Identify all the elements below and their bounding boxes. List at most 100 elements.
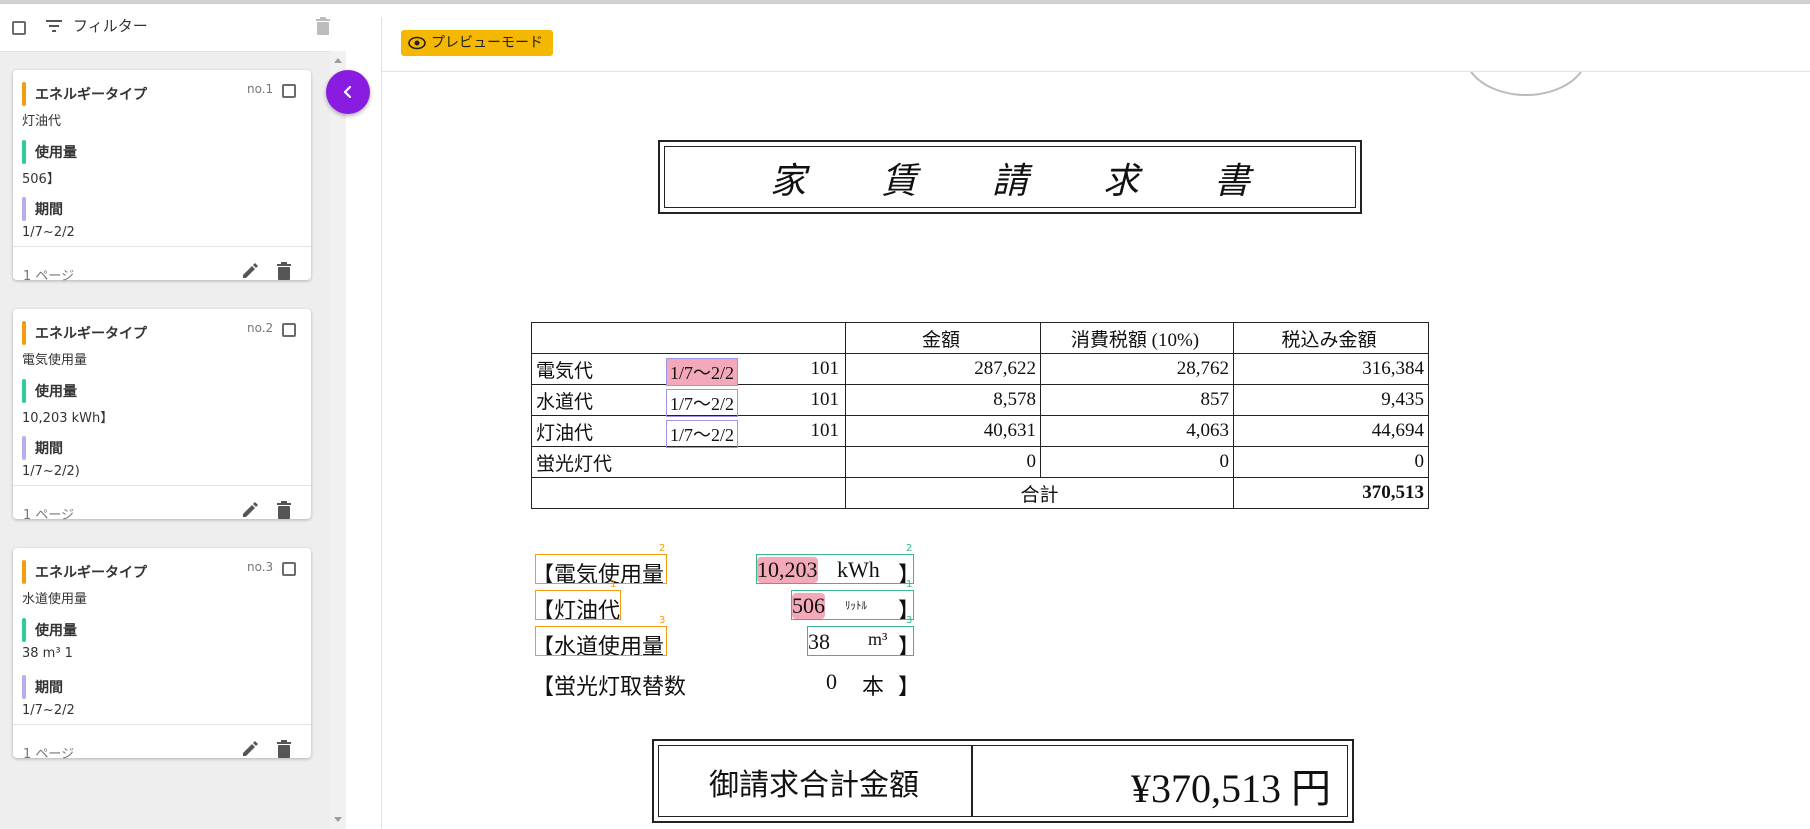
preview-mode-label: プレビューモード [431,35,543,51]
energy-type-annotation-box[interactable] [535,554,667,584]
field-label: 使用量 [35,384,77,400]
edit-icon[interactable] [241,262,259,280]
header-cell [531,322,846,354]
card-number: no.2 [247,321,274,335]
usage-color-bar [22,379,26,403]
filter-label[interactable]: フィルター [73,15,148,36]
field-value: 水道使用量 [22,592,88,607]
total-cell: 44,694 [1233,415,1429,447]
card-number: no.3 [247,560,274,574]
item-name: 灯油代 [536,423,594,444]
table-header-row: 金額 消費税額 (10%) 税込み金額 [531,322,1429,354]
field-value: 1/7~2/2) [22,464,80,479]
grand-total-box: 御請求合計金額 ¥370,513 円 [652,739,1354,823]
document-title-box: 家賃請求書 [658,140,1362,214]
filter-icon[interactable] [46,20,62,32]
annotation-card[interactable]: エネルギータイプ 水道使用量 no.3 使用量 38 m³ 1 期間 1/7~2… [13,548,311,762]
summary-unit: 本 [862,674,885,699]
annotation-number: 2 [659,543,666,554]
usage-annotation-box[interactable] [791,590,914,620]
annotation-card[interactable]: エネルギータイプ 電気使用量 no.2 使用量 10,203 kWh】 期間 1… [13,309,311,523]
energy-type-color-bar [22,560,26,584]
field-label: エネルギータイプ [35,565,147,581]
card-divider [13,485,311,486]
item-code: 101 [810,420,840,441]
annotation-number: 3 [659,615,666,626]
amount-cell: 40,631 [845,415,1041,447]
grand-total-divider [971,746,973,816]
field-value: 10,203 kWh】 [22,411,114,426]
field-value: 灯油代 [22,114,62,129]
grand-total-inner-border: 御請求合計金額 ¥370,513 円 [658,745,1348,817]
usage-annotation-box[interactable] [756,554,914,584]
preview-mode-badge[interactable]: プレビューモード [401,30,553,56]
card-checkbox[interactable] [282,84,296,98]
delete-icon[interactable] [277,501,291,519]
select-all-checkbox[interactable] [12,21,26,35]
annotation-list-panel: フィルター エネルギータイプ 灯油代 no.1 使用量 506】 期間 1/7~… [0,4,346,829]
card-number: no.1 [247,82,274,96]
period-annotation-box[interactable]: 1/7〜2/2 [666,420,739,448]
edit-icon[interactable] [241,501,259,519]
field-label: エネルギータイプ [35,326,147,342]
chevron-left-icon [343,85,352,99]
summary-row: 【電気使用量 2 10,203 kWh 】 2 [532,543,952,587]
field-value: 1/7~2/2 [22,225,75,240]
amount-cell: 8,578 [845,384,1041,416]
usage-color-bar [22,140,26,164]
summary-row: 【蛍光灯取替数 0 本 】 [532,669,952,699]
usage-annotation-box[interactable] [807,626,914,656]
annotation-number: 2 [906,543,913,554]
edit-icon[interactable] [241,740,259,758]
annotation-card[interactable]: エネルギータイプ 灯油代 no.1 使用量 506】 期間 1/7~2/2 1 … [13,70,311,284]
delete-icon[interactable] [277,262,291,280]
period-color-bar [22,197,26,221]
header-cell: 金額 [845,322,1041,354]
energy-type-annotation-box[interactable] [535,590,621,620]
list-scrollbar[interactable] [330,51,346,829]
card-checkbox[interactable] [282,323,296,337]
total-cell: 316,384 [1233,353,1429,385]
period-annotation-box[interactable]: 1/7〜2/2 [666,358,739,386]
card-checkbox[interactable] [282,562,296,576]
table-row: 蛍光灯代 0 0 0 [531,446,1429,478]
field-value: 506】 [22,172,60,187]
usage-color-bar [22,618,26,642]
item-cell: 灯油代 1/7〜2/2 101 [531,415,846,448]
tax-cell: 28,762 [1040,353,1234,385]
total-cell: 0 [1233,446,1429,478]
header-cell: 消費税額 (10%) [1040,322,1234,354]
total-cell: 9,435 [1233,384,1429,416]
stamp-mark [1464,72,1588,96]
viewer-header [382,17,1810,72]
item-name: 電気代 [536,361,594,382]
period-annotation-box[interactable]: 1/7〜2/2 [666,389,739,417]
annotation-number: 1 [906,579,913,590]
filter-bar: フィルター [0,4,346,52]
period-color-bar [22,675,26,699]
collapse-panel-button[interactable] [326,70,370,114]
card-divider [13,246,311,247]
tax-cell: 857 [1040,384,1234,416]
card-page-count: 1 ページ [23,508,75,523]
field-label: エネルギータイプ [35,87,147,103]
field-value: 電気使用量 [22,353,88,368]
amount-cell: 287,622 [845,353,1041,385]
energy-type-color-bar [22,82,26,106]
item-code: 101 [810,389,840,410]
scroll-down-arrow-icon[interactable] [334,817,342,822]
card-page-count: 1 ページ [23,747,75,762]
field-label: 期間 [35,202,63,218]
total-value: 370,513 [1233,477,1429,509]
delete-all-icon[interactable] [316,17,330,35]
summary-row: 【水道使用量 3 38 m³ 】 3 [532,615,952,659]
table-row: 電気代 1/7〜2/2 101 287,622 28,762 316,384 [531,353,1429,386]
header-cell: 税込み金額 [1233,322,1429,354]
energy-type-annotation-box[interactable] [535,626,667,656]
delete-icon[interactable] [277,740,291,758]
summary-row: 【灯油代 1 506 ﾘｯﾄﾙ 】 1 [532,579,952,623]
scroll-up-arrow-icon[interactable] [334,58,342,63]
item-cell: 蛍光灯代 [531,446,846,478]
annotation-number: 3 [906,615,913,626]
grand-total-value: ¥370,513 円 [1131,766,1331,811]
